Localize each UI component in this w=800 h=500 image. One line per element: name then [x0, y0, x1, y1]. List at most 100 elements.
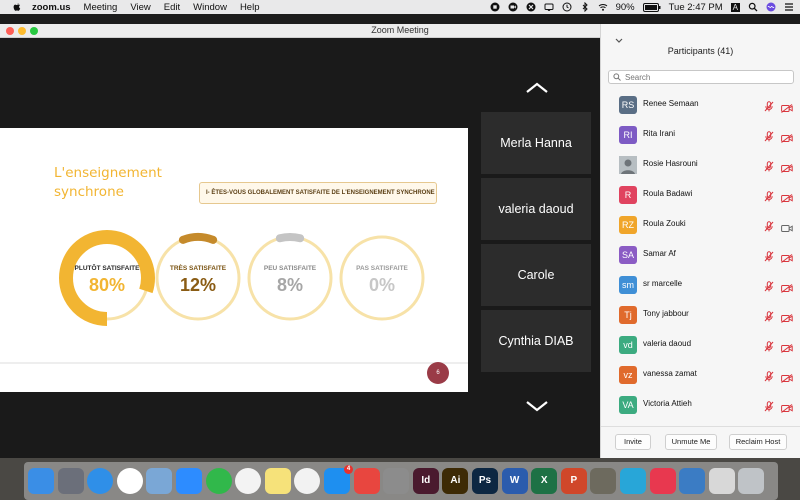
chevron-down-icon[interactable] [525, 400, 549, 412]
input-source-indicator[interactable]: A [730, 2, 740, 12]
dock-indesign-icon[interactable]: Id [412, 468, 439, 494]
reclaim-host-button[interactable]: Reclaim Host [729, 434, 787, 450]
screen-share-icon[interactable] [544, 2, 554, 12]
camera-off-icon[interactable] [781, 400, 793, 413]
participant-row[interactable]: VA Victoria Attieh [601, 390, 800, 420]
dock-safari-icon[interactable] [87, 468, 114, 494]
invite-button[interactable]: Invite [615, 434, 651, 450]
video-tile-valeria-daoud[interactable]: valeria daoud [481, 178, 591, 240]
participant-avatar: vz [619, 366, 637, 384]
dock-facetime-icon[interactable] [205, 468, 232, 494]
camera-off-icon[interactable] [781, 280, 793, 293]
dock-powerpoint-icon[interactable]: P [560, 468, 587, 494]
siri-icon[interactable] [766, 2, 776, 12]
mic-muted-icon[interactable] [764, 279, 774, 292]
clock-status-icon[interactable] [562, 2, 572, 12]
participant-row[interactable]: vz vanessa zamat [601, 360, 800, 390]
participant-name: vanessa zamat [643, 369, 697, 378]
wifi-icon[interactable] [598, 2, 608, 12]
bluetooth-icon[interactable] [580, 2, 590, 12]
menu-edit[interactable]: Edit [164, 2, 180, 13]
dock-illustrator-icon[interactable]: Ai [442, 468, 469, 494]
camera-off-icon[interactable] [781, 340, 793, 353]
dock-app-store-icon[interactable]: 4 [324, 465, 353, 494]
camera-off-icon[interactable] [781, 100, 793, 113]
mic-muted-icon[interactable] [764, 369, 774, 382]
donut-value-label: 12% [180, 275, 216, 295]
menu-view[interactable]: View [130, 2, 150, 13]
dock-system-preferences-icon[interactable] [383, 468, 410, 494]
participant-row[interactable]: SA Samar Af [601, 240, 800, 270]
participant-row[interactable]: RI Rita Irani [601, 120, 800, 150]
participant-search[interactable] [608, 70, 794, 84]
record-status-icon[interactable] [490, 2, 500, 12]
mic-muted-icon[interactable] [764, 249, 774, 262]
menu-window[interactable]: Window [193, 2, 227, 13]
spotlight-search-icon[interactable] [748, 2, 758, 12]
mic-muted-icon[interactable] [764, 129, 774, 142]
mic-muted-icon[interactable] [764, 399, 774, 412]
dock-word-icon[interactable]: W [501, 468, 528, 494]
dock-app-label: Id [421, 475, 431, 486]
camera-on-icon[interactable] [781, 220, 793, 232]
camera-off-icon[interactable] [781, 370, 793, 383]
participant-row[interactable]: vd valeria daoud [601, 330, 800, 360]
video-tile-carole[interactable]: Carole [481, 244, 591, 306]
dock-itunes-icon[interactable] [294, 468, 321, 494]
dock-photoshop-icon[interactable]: Ps [472, 468, 498, 494]
menu-clock[interactable]: Tue 2:47 PM [669, 2, 723, 13]
dock-preview-icon[interactable] [146, 468, 173, 494]
participant-row[interactable]: Rosie Hasrouni [601, 150, 800, 180]
video-tile-merla-hanna[interactable]: Merla Hanna [481, 112, 591, 174]
participant-name: valeria daoud [643, 339, 692, 348]
mic-muted-icon[interactable] [764, 219, 774, 232]
camera-off-icon[interactable] [781, 190, 793, 203]
participant-row[interactable]: RZ Roula Zouki [601, 210, 800, 240]
dock-trash-icon[interactable] [738, 468, 765, 494]
search-icon [613, 73, 621, 81]
dock-launchpad-icon[interactable] [57, 468, 84, 494]
mic-muted-icon[interactable] [764, 309, 774, 322]
participant-avatar: SA [619, 246, 637, 264]
dock-disk-utility-icon[interactable] [679, 468, 706, 494]
participant-avatar: VA [619, 396, 637, 414]
chevron-up-icon[interactable] [525, 82, 549, 94]
search-input[interactable] [625, 72, 785, 82]
menu-help[interactable]: Help [240, 2, 260, 13]
dock-zoom-icon[interactable] [176, 468, 202, 494]
mic-muted-icon[interactable] [764, 189, 774, 202]
dock-game-icon[interactable] [590, 468, 617, 494]
camera-off-icon[interactable] [781, 160, 793, 173]
camera-off-icon[interactable] [781, 130, 793, 143]
apple-menu-icon[interactable] [12, 2, 22, 12]
anydesk-status-icon[interactable] [526, 2, 536, 12]
dock-excel-icon[interactable]: X [531, 468, 558, 494]
participant-row[interactable]: RS Renee Semaan [601, 90, 800, 120]
participant-row[interactable]: sm sr marcelle [601, 270, 800, 300]
mic-muted-icon[interactable] [764, 339, 774, 352]
camera-off-icon[interactable] [781, 310, 793, 323]
participants-panel: Participants (41) RS Renee Semaan RI Rita I… [600, 24, 800, 458]
mic-muted-icon[interactable] [764, 159, 774, 172]
menu-meeting[interactable]: Meeting [84, 2, 118, 13]
notification-center-icon[interactable] [784, 2, 794, 12]
mic-muted-icon[interactable] [764, 99, 774, 112]
dock-chrome-icon[interactable] [116, 468, 143, 494]
dock-photos-icon[interactable] [235, 468, 262, 494]
dock-keyboard-icon[interactable] [708, 468, 735, 494]
dock-notes-icon[interactable] [264, 468, 291, 494]
video-tile-cynthia-diab[interactable]: Cynthia DIAB [481, 310, 591, 372]
dock-finder-icon[interactable] [28, 468, 54, 494]
participant-name: Rosie Hasrouni [643, 159, 698, 168]
participant-row[interactable]: Tj Tony jabbour [601, 300, 800, 330]
dock-creative-cloud-icon[interactable] [649, 468, 676, 494]
dock-accessibility-icon[interactable] [620, 468, 646, 494]
unmute-me-button[interactable]: Unmute Me [665, 434, 717, 450]
app-menu[interactable]: zoom.us [32, 2, 71, 13]
camera-off-icon[interactable] [781, 250, 793, 263]
collapse-panel-icon[interactable] [615, 38, 623, 44]
participant-row[interactable]: R Roula Badawi [601, 180, 800, 210]
dock-anydesk-icon[interactable] [353, 468, 380, 494]
zoom-status-icon[interactable] [508, 2, 518, 12]
battery-icon[interactable] [642, 2, 661, 12]
